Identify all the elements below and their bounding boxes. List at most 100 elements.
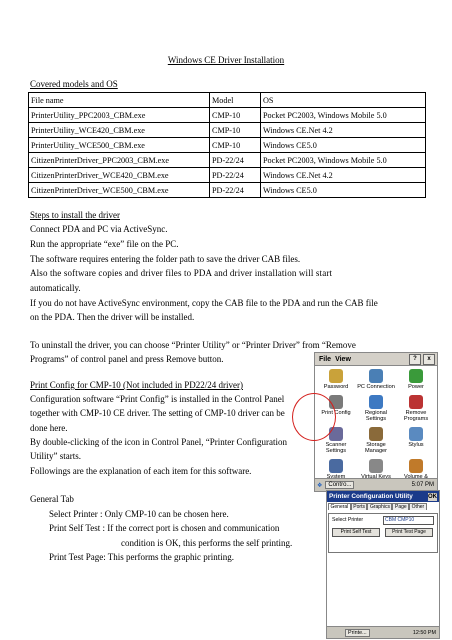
- menu-file[interactable]: File: [319, 356, 331, 363]
- table-cell: Windows CE5.0: [260, 137, 426, 153]
- control-panel-item-label: Scanner Settings: [325, 442, 347, 454]
- step-line: Connect PDA and PC via ActiveSync.: [30, 224, 168, 234]
- storage-icon: [369, 427, 383, 441]
- step-line: on the PDA. Then the driver will be inst…: [30, 312, 195, 322]
- covered-models-heading: Covered models and OS: [30, 79, 118, 89]
- uninstall-line: To uninstall the driver, you can choose …: [30, 340, 356, 350]
- remove-programs-icon: [409, 395, 423, 409]
- table-row: PrinterUtility_PPC2003_CBM.exe CMP-10 Po…: [28, 107, 426, 123]
- select-printer-text: Select Printer : Only CMP-10 can be chos…: [49, 509, 229, 519]
- print-self-test-text: Print Self Test : If the correct port is…: [49, 523, 280, 533]
- table-cell: Windows CE.Net 4.2: [260, 167, 426, 183]
- taskbar-clock: 12:50 PM: [412, 629, 436, 636]
- table-cell: PD-22/24: [209, 152, 261, 168]
- table-row: CitizenPrinterDriver_PPC2003_CBM.exe PD-…: [28, 152, 426, 168]
- menu-view[interactable]: View: [335, 356, 351, 363]
- table-cell: Windows CE5.0: [260, 182, 426, 198]
- config-line: By double-clicking of the icon in Contro…: [30, 437, 287, 447]
- control-panel-item[interactable]: Password: [317, 369, 355, 390]
- select-printer-label: Select Printer: [332, 517, 364, 523]
- control-panel-icon-grid: Password PC Connection Power Print Config Re…: [317, 369, 435, 486]
- step-line: The software requires entering the folde…: [30, 254, 301, 264]
- power-icon: [409, 369, 423, 383]
- control-panel-item-label: Storage Manager: [364, 442, 388, 454]
- table-cell: CMP-10: [209, 122, 261, 138]
- table-cell: Pocket PC2003, Windows Mobile 5.0: [260, 152, 426, 168]
- tab-ports[interactable]: Ports: [350, 503, 368, 510]
- highlight-circle: [292, 393, 336, 441]
- help-button[interactable]: ?: [409, 353, 421, 365]
- pc-connection-icon: [369, 369, 383, 383]
- tab-general[interactable]: General: [328, 503, 351, 510]
- control-panel-menubar: File View ? x: [315, 353, 437, 366]
- table-row: PrinterUtility_WCE420_CBM.exe CMP-10 Win…: [28, 122, 426, 138]
- table-cell: CMP-10: [209, 137, 261, 153]
- page-title: Windows CE Driver Installation: [167, 55, 285, 65]
- printer-utility-screenshot: Printer Configuration Utility OK General…: [326, 490, 440, 639]
- config-line: together with CMP-10 CE driver. The sett…: [30, 408, 285, 418]
- control-panel-item[interactable]: PC Connection: [357, 369, 395, 390]
- step-line: If you do not have ActiveSync environmen…: [30, 298, 378, 308]
- steps-heading: Steps to install the driver: [30, 210, 120, 220]
- select-printer-dropdown[interactable]: CBM CMP10: [383, 516, 434, 525]
- utility-taskbar: Printe... 12:50 PM: [327, 626, 439, 638]
- uninstall-line: Programs” of control panel and press Rem…: [30, 354, 224, 364]
- table-cell: CitizenPrinterDriver_PPC2003_CBM.exe: [28, 152, 210, 168]
- print-self-test-text-2: condition is OK, this performs the self …: [121, 538, 293, 548]
- control-panel-item[interactable]: Stylus: [397, 427, 435, 454]
- system-icon: [329, 459, 343, 473]
- control-panel-item-label: Power: [408, 384, 424, 390]
- control-panel-item[interactable]: Power: [397, 369, 435, 390]
- table-cell: PD-22/24: [209, 182, 261, 198]
- keys-icon: [369, 459, 383, 473]
- globe-icon: [369, 395, 383, 409]
- print-test-page-button[interactable]: Print Test Page: [385, 528, 433, 537]
- table-row: CitizenPrinterDriver_WCE500_CBM.exe PD-2…: [28, 182, 426, 198]
- tab-page[interactable]: Page: [392, 503, 410, 510]
- table-row: CitizenPrinterDriver_WCE420_CBM.exe PD-2…: [28, 167, 426, 183]
- table-cell: PrinterUtility_WCE500_CBM.exe: [28, 137, 210, 153]
- taskbar-item[interactable]: Contro...: [325, 481, 355, 489]
- control-panel-item-label: Password: [323, 384, 349, 390]
- print-test-page-text: Print Test Page: This performs the graph…: [49, 552, 235, 562]
- table-header-cell: File name: [28, 92, 210, 108]
- print-self-test-button[interactable]: Print Self Test: [332, 528, 380, 537]
- table-cell: PrinterUtility_WCE420_CBM.exe: [28, 122, 210, 138]
- table-header-cell: Model: [209, 92, 261, 108]
- key-icon: [329, 369, 343, 383]
- table-cell: Pocket PC2003, Windows Mobile 5.0: [260, 107, 426, 123]
- control-panel-item-label: Remove Programs: [403, 410, 429, 422]
- models-table: File name Model OS PrinterUtility_PPC200…: [28, 92, 426, 198]
- tab-other[interactable]: Other: [409, 503, 427, 510]
- table-cell: PrinterUtility_PPC2003_CBM.exe: [28, 107, 210, 123]
- ok-button[interactable]: OK: [428, 492, 437, 501]
- control-panel-item[interactable]: Regional Settings: [357, 395, 395, 422]
- step-line: automatically.: [30, 283, 81, 293]
- config-line: done here.: [30, 423, 68, 433]
- table-header-row: File name Model OS: [28, 92, 426, 108]
- general-tab-heading: General Tab: [30, 494, 74, 504]
- start-icon[interactable]: ❖: [317, 482, 322, 489]
- control-panel-item[interactable]: Storage Manager: [357, 427, 395, 454]
- utility-title: Printer Configuration Utility: [329, 493, 413, 500]
- table-cell: CMP-10: [209, 107, 261, 123]
- config-line: Followings are the explanation of each i…: [30, 466, 252, 476]
- table-header-cell: OS: [260, 92, 426, 108]
- table-row: PrinterUtility_WCE500_CBM.exe CMP-10 Win…: [28, 137, 426, 153]
- control-panel-item[interactable]: Remove Programs: [397, 395, 435, 422]
- config-line: Utility” starts.: [30, 451, 81, 461]
- control-panel-item-label: Stylus: [408, 442, 424, 448]
- control-panel-item-label: PC Connection: [357, 384, 395, 390]
- taskbar-clock: 5:07 PM: [411, 482, 434, 488]
- print-config-heading: Print Config for CMP-10 (Not included in…: [30, 380, 243, 390]
- taskbar-item[interactable]: Printe...: [345, 628, 370, 637]
- step-line: Also the software copies and driver file…: [30, 268, 333, 278]
- tab-graphics[interactable]: Graphics: [367, 503, 393, 510]
- utility-tabs: General Ports Graphics Page Other: [327, 503, 439, 510]
- close-button[interactable]: x: [423, 353, 435, 365]
- volume-icon: [409, 459, 423, 473]
- table-cell: CitizenPrinterDriver_WCE500_CBM.exe: [28, 182, 210, 198]
- control-panel-item-label: Regional Settings: [364, 410, 388, 422]
- general-tab-panel: Select Printer CBM CMP10 Print Self Test…: [328, 513, 438, 553]
- step-line: Run the appropriate “exe” file on the PC…: [30, 239, 179, 249]
